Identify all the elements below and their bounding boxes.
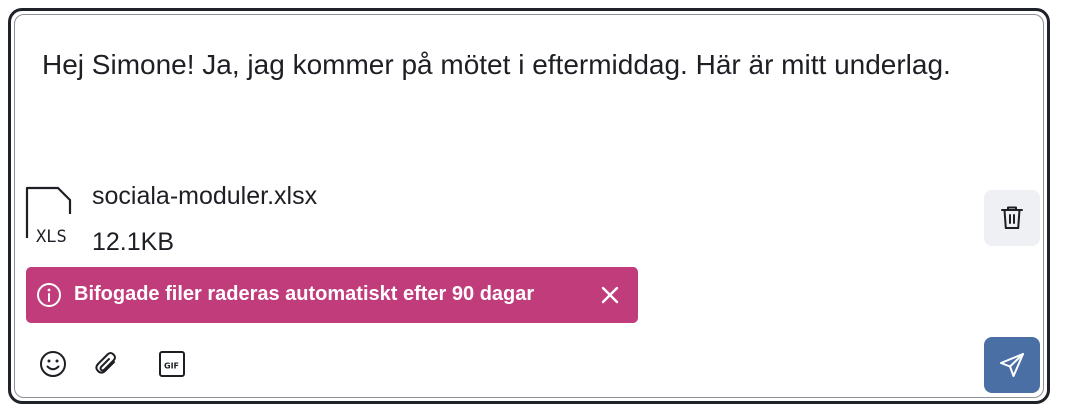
close-icon[interactable] [600, 285, 620, 305]
trash-icon [1001, 206, 1023, 229]
attach-file-button[interactable] [89, 346, 125, 382]
auto-delete-notice: Bifogade filer raderas automatiskt efter… [26, 267, 638, 323]
gif-icon: GIF [159, 351, 185, 377]
emoji-icon [40, 351, 66, 377]
attachment-card: XLS sociala-moduler.xlsx 12.1KB [24, 178, 1040, 256]
send-button[interactable] [984, 337, 1040, 393]
notice-text: Bifogade filer raderas automatiskt efter… [74, 283, 535, 305]
file-type-label: XLS [36, 227, 67, 246]
attachment-file-size: 12.1KB [92, 228, 175, 256]
info-icon [37, 283, 61, 307]
delete-attachment-button[interactable] [984, 190, 1040, 246]
gif-button[interactable]: GIF [154, 346, 190, 382]
gif-label: GIF [164, 362, 179, 371]
emoji-button[interactable] [35, 346, 71, 382]
xls-file-icon: XLS [25, 186, 72, 246]
message-input[interactable]: Hej Simone! Ja, jag kommer på mötet i ef… [42, 42, 1002, 88]
send-icon [1000, 353, 1024, 377]
paperclip-icon [95, 352, 116, 374]
attachment-file-name: sociala-moduler.xlsx [92, 182, 318, 210]
